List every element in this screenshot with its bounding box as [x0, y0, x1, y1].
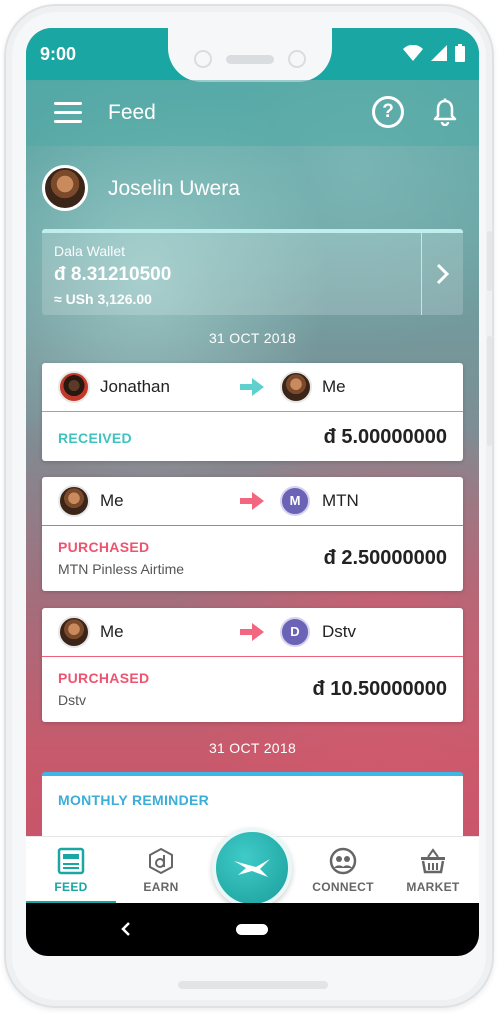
nav-earn[interactable]: EARN	[116, 837, 206, 904]
transaction-description: Dstv	[58, 692, 86, 708]
card-divider	[42, 525, 463, 526]
sender-name: Jonathan	[100, 377, 170, 396]
signal-icon	[431, 45, 447, 61]
connect-icon	[329, 847, 357, 875]
card-divider	[42, 411, 463, 412]
nav-connect[interactable]: CONNECT	[298, 837, 388, 904]
camera-notch	[168, 28, 332, 82]
earpiece	[226, 55, 274, 64]
nav-market[interactable]: MARKET	[388, 837, 478, 904]
transaction-card-received[interactable]: Jonathan Me RECEIVED đ 5.00000000	[42, 363, 463, 461]
recipient-avatar	[280, 371, 312, 403]
nav-label: EARN	[143, 880, 179, 894]
profile-name[interactable]: Joselin Uwera	[108, 177, 240, 201]
nav-label: MARKET	[406, 880, 460, 894]
date-separator: 31 OCT 2018	[208, 330, 297, 346]
volume-button	[487, 336, 492, 446]
transaction-amount: đ 2.50000000	[323, 547, 447, 569]
help-icon[interactable]: ?	[372, 96, 404, 128]
phone-frame: 9:00 Feed ? Joselin Uwera Dala Wallet đ …	[4, 4, 494, 1008]
app-screen: 9:00 Feed ? Joselin Uwera Dala Wallet đ …	[26, 28, 479, 956]
send-action-button[interactable]	[212, 828, 292, 908]
earn-icon	[149, 847, 173, 875]
sensor-icon	[194, 50, 212, 68]
wallet-label: Dala Wallet	[54, 243, 126, 259]
nav-label: CONNECT	[312, 880, 374, 894]
app-bar: Feed ?	[26, 80, 479, 146]
transaction-amount: đ 5.00000000	[323, 426, 447, 448]
sender-name: Me	[100, 491, 124, 510]
date-separator: 31 OCT 2018	[208, 740, 297, 756]
wifi-icon	[403, 45, 423, 61]
sender-avatar	[58, 616, 90, 648]
market-basket-icon	[421, 848, 445, 874]
system-navigation-bar	[26, 903, 479, 956]
merchant-logo-mtn: M	[280, 486, 310, 516]
arrow-right-icon	[240, 623, 264, 641]
status-icons	[403, 44, 465, 62]
transaction-status: RECEIVED	[58, 430, 132, 446]
arrow-right-icon	[240, 492, 264, 510]
dala-bird-icon	[234, 859, 270, 877]
feed-icon	[57, 847, 85, 875]
home-button[interactable]	[236, 924, 268, 935]
bell-icon[interactable]	[432, 98, 458, 126]
power-button	[487, 231, 492, 291]
wallet-summary: Dala Wallet đ 8.31210500 ≈ USh 3,126.00	[42, 233, 421, 315]
sender-avatar	[58, 371, 90, 403]
chevron-right-icon	[436, 263, 449, 285]
wallet-open-button[interactable]	[421, 233, 463, 315]
nav-label: FEED	[54, 880, 88, 894]
wallet-card[interactable]: Dala Wallet đ 8.31210500 ≈ USh 3,126.00	[42, 229, 463, 315]
nav-feed[interactable]: FEED	[26, 837, 116, 904]
sender-avatar	[58, 485, 90, 517]
reminder-label: MONTHLY REMINDER	[58, 792, 210, 808]
status-time: 9:00	[40, 44, 77, 64]
wallet-balance: đ 8.31210500	[54, 264, 172, 285]
transaction-card-purchase[interactable]: Me M MTN PURCHASED MTN Pinless Airtime đ…	[42, 477, 463, 591]
wallet-fiat-value: ≈ USh 3,126.00	[54, 291, 152, 307]
transaction-status: PURCHASED	[58, 670, 150, 686]
recipient-name: MTN	[322, 491, 359, 510]
sender-name: Me	[100, 622, 124, 641]
transaction-card-purchase[interactable]: Me D Dstv PURCHASED Dstv đ 10.50000000	[42, 608, 463, 722]
transaction-parties: Jonathan Me	[42, 363, 463, 411]
speaker-grille	[178, 981, 328, 989]
recipient-name: Dstv	[322, 622, 356, 641]
transaction-status: PURCHASED	[58, 539, 150, 555]
page-title: Feed	[108, 101, 156, 124]
merchant-logo-dstv: D	[280, 617, 310, 647]
arrow-right-icon	[240, 378, 264, 396]
transaction-amount: đ 10.50000000	[312, 678, 447, 700]
back-icon[interactable]	[118, 919, 134, 939]
recipient-name: Me	[322, 377, 346, 396]
card-divider	[42, 656, 463, 657]
transaction-parties: Me D Dstv	[42, 608, 463, 656]
hamburger-menu-icon[interactable]	[54, 102, 82, 124]
transaction-parties: Me M MTN	[42, 477, 463, 525]
profile-avatar[interactable]	[42, 165, 88, 211]
battery-icon	[455, 44, 465, 62]
transaction-description: MTN Pinless Airtime	[58, 561, 185, 577]
front-camera-icon	[288, 50, 306, 68]
